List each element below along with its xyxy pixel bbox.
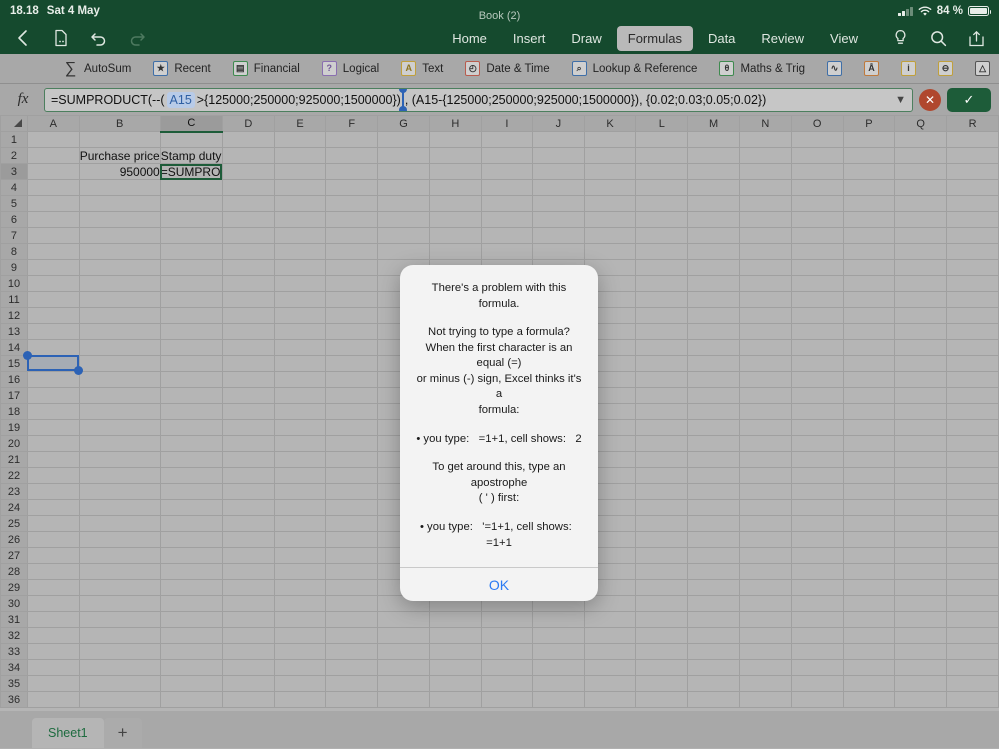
dialog-workaround: To get around this, type an apostrophe (…	[412, 460, 586, 507]
dialog-ok-button[interactable]: OK	[400, 568, 598, 601]
excel-app-window: 18.18 Sat 4 May 84 % Book (2) Home Inser…	[0, 0, 999, 749]
dialog-title: There's a problem with this formula.	[431, 282, 567, 310]
dialog-workaround-line-2: ( ' ) first:	[478, 492, 520, 505]
dialog-workaround-line-1: To get around this, type an apostrophe	[432, 461, 566, 489]
dialog-overlay: There's a problem with this formula. Not…	[0, 0, 999, 749]
dialog-bullet-1: • you type: =1+1, cell shows: 2	[416, 432, 582, 445]
dialog-body: There's a problem with this formula. Not…	[400, 265, 598, 567]
dialog-explanation-line-1: Not trying to type a formula?	[428, 326, 570, 339]
dialog-explanation-line-4: formula:	[478, 404, 520, 417]
dialog-explanation-line-3: or minus (-) sign, Excel thinks it's a	[416, 372, 582, 401]
dialog-explanation: Not trying to type a formula? When the f…	[412, 325, 586, 418]
dialog-bullet-2: • you type: '=1+1, cell shows: =1+1	[419, 520, 579, 549]
formula-problem-dialog: There's a problem with this formula. Not…	[400, 265, 598, 602]
dialog-explanation-line-2: When the first character is an equal (=)	[425, 341, 573, 370]
